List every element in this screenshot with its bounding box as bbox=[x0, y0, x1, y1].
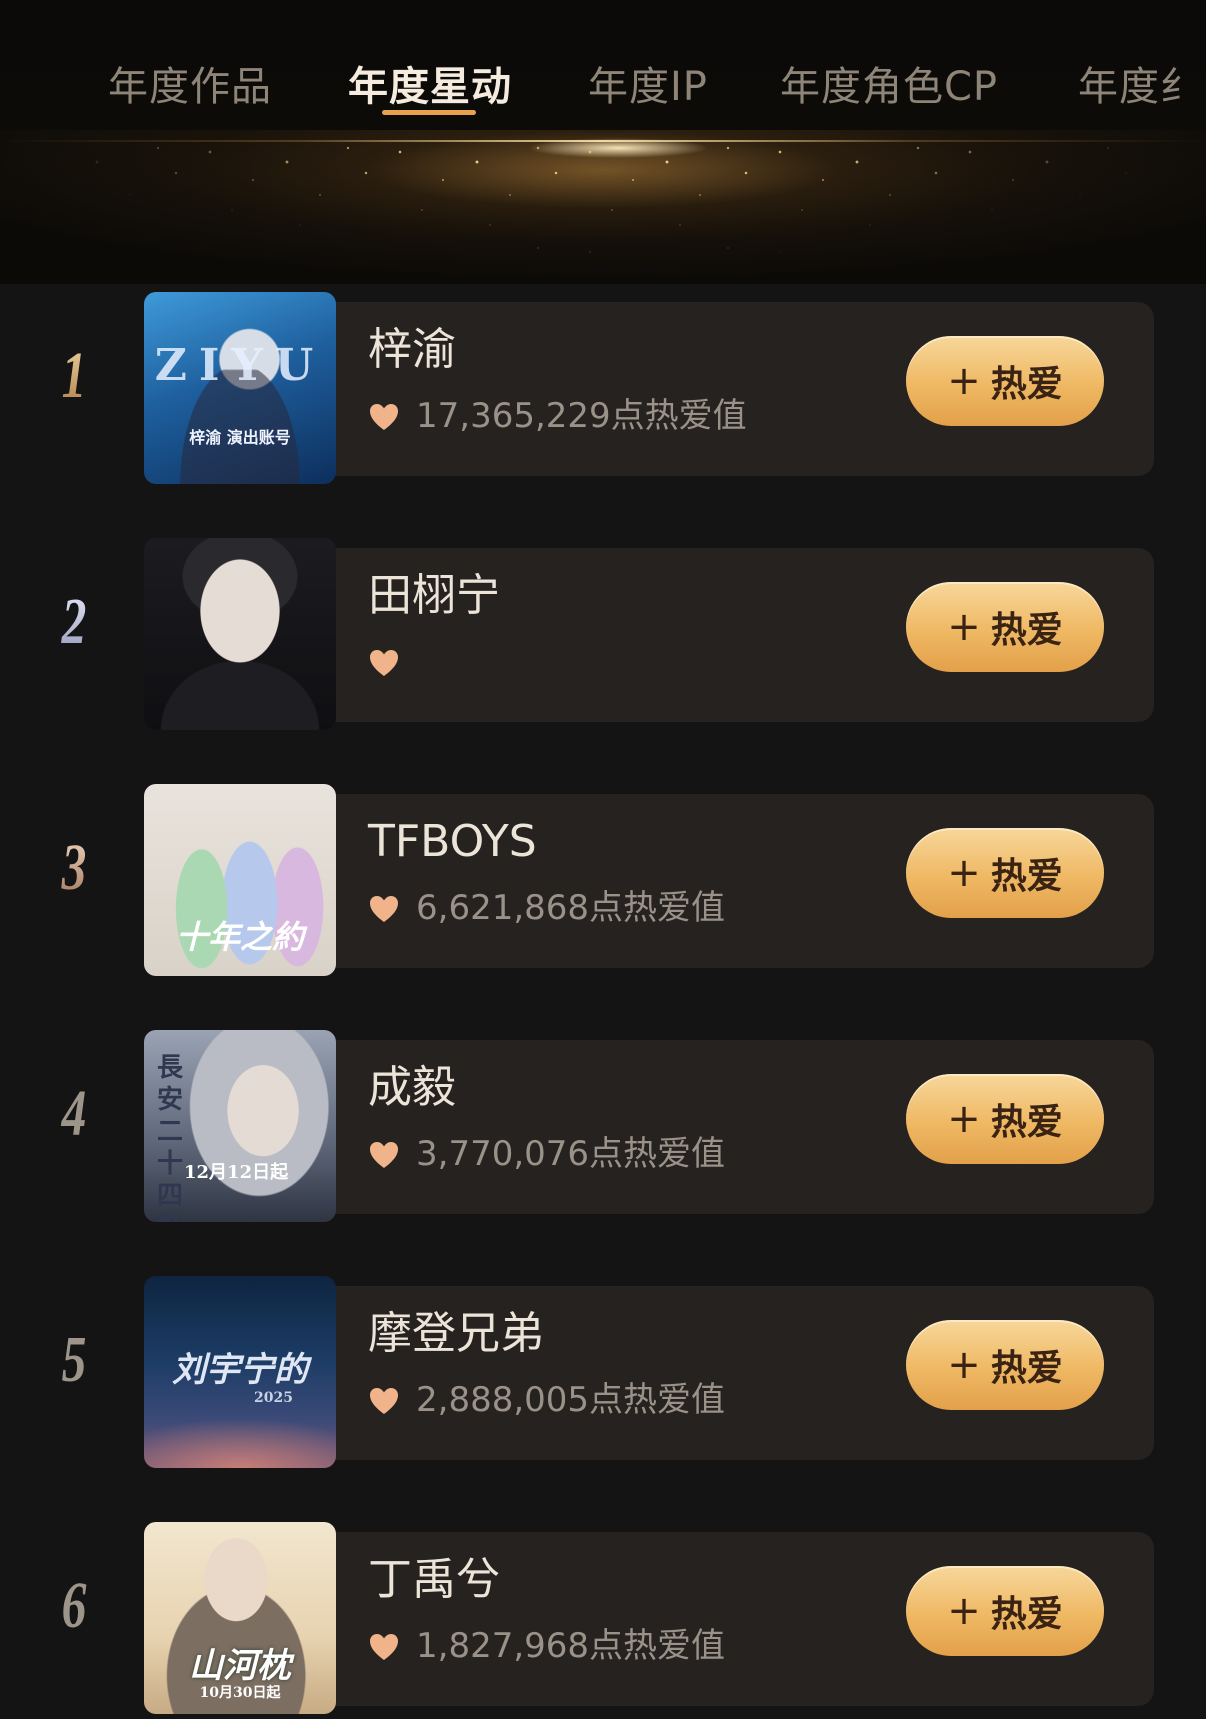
ranking-row[interactable]: 2 田栩宁 + 热爱 bbox=[0, 530, 1206, 730]
tab-annual-more[interactable]: 年度纟 bbox=[1078, 54, 1201, 112]
love-button-label: 热爱 bbox=[990, 1348, 1063, 1389]
star-name: 摩登兄弟 bbox=[368, 1308, 544, 1359]
rank-number: 5 bbox=[61, 1323, 87, 1396]
love-button-label: 热爱 bbox=[990, 610, 1063, 651]
thumb-subcaption: 12月12日起 bbox=[184, 1162, 289, 1183]
thumb-subcaption: 2025 bbox=[254, 1390, 293, 1406]
love-button[interactable]: + 热爱 bbox=[906, 1074, 1104, 1164]
star-thumbnail[interactable]: 刘宇宁的 2025 bbox=[144, 1276, 336, 1468]
rank-number: 2 bbox=[52, 582, 97, 662]
plus-icon: + bbox=[947, 850, 981, 896]
ranking-header: 年度作品 年度星动 年度IP 年度角色CP 年度纟 bbox=[0, 0, 1206, 284]
love-button-label: 热爱 bbox=[990, 856, 1063, 897]
star-thumbnail[interactable] bbox=[144, 538, 336, 730]
active-tab-indicator bbox=[382, 110, 476, 115]
love-score: 17,365,229点热爱值 bbox=[416, 396, 747, 436]
tab-annual-ip[interactable]: 年度IP bbox=[588, 54, 708, 112]
heart-icon bbox=[370, 1142, 398, 1168]
star-thumbnail[interactable]: ZIYU 梓渝 演出账号 bbox=[144, 292, 336, 484]
ranking-row[interactable]: 6 山河枕 10月30日起 丁禹兮 1,827,968点热爱值 + 热爱 bbox=[0, 1514, 1206, 1714]
love-score: 3,770,076点热爱值 bbox=[416, 1134, 726, 1174]
category-tabs: 年度作品 年度星动 年度IP 年度角色CP 年度纟 bbox=[0, 0, 1206, 140]
heart-icon bbox=[370, 404, 398, 430]
love-score: 1,827,968点热爱值 bbox=[416, 1626, 726, 1666]
thumb-caption: 長安二十四計 bbox=[156, 1053, 183, 1222]
annual-ranking-page: 年度作品 年度星动 年度IP 年度角色CP 年度纟 1 ZIYU 梓渝 演出账号… bbox=[0, 0, 1206, 1719]
love-score: 6,621,868点热爱值 bbox=[416, 888, 726, 928]
love-button-label: 热爱 bbox=[990, 364, 1063, 405]
heart-icon bbox=[370, 896, 398, 922]
star-thumbnail[interactable]: 十年之約 bbox=[144, 784, 336, 976]
tab-annual-character-cp[interactable]: 年度角色CP bbox=[780, 54, 998, 112]
plus-icon: + bbox=[947, 1342, 981, 1388]
love-button[interactable]: + 热爱 bbox=[906, 1566, 1104, 1656]
tab-annual-works[interactable]: 年度作品 bbox=[108, 54, 272, 112]
rank-number: 1 bbox=[52, 336, 97, 416]
star-name: 田栩宁 bbox=[368, 570, 500, 621]
thumb-subcaption: 梓渝 演出账号 bbox=[189, 428, 291, 447]
plus-icon: + bbox=[947, 1096, 981, 1142]
love-button-label: 热爱 bbox=[990, 1102, 1063, 1143]
thumb-caption: 山河枕 bbox=[189, 1646, 291, 1686]
love-button[interactable]: + 热爱 bbox=[906, 1320, 1104, 1410]
plus-icon: + bbox=[947, 604, 981, 650]
thumb-caption: ZIYU bbox=[154, 340, 326, 391]
ranking-row[interactable]: 1 ZIYU 梓渝 演出账号 梓渝 17,365,229点热爱值 + 热爱 bbox=[0, 284, 1206, 484]
star-name: 成毅 bbox=[368, 1062, 456, 1113]
ranking-row[interactable]: 3 十年之約 TFBOYS 6,621,868点热爱值 + 热爱 bbox=[0, 776, 1206, 976]
star-thumbnail[interactable]: 長安二十四計 12月12日起 bbox=[144, 1030, 336, 1222]
thumb-caption: 十年之約 bbox=[175, 918, 304, 956]
tab-annual-stars[interactable]: 年度星动 bbox=[348, 54, 512, 112]
heart-icon bbox=[370, 1634, 398, 1660]
love-button[interactable]: + 热爱 bbox=[906, 582, 1104, 672]
love-button[interactable]: + 热爱 bbox=[906, 828, 1104, 918]
thumb-caption: 刘宇宁的 bbox=[172, 1350, 308, 1390]
heart-icon bbox=[370, 650, 398, 676]
ranking-row[interactable]: 5 刘宇宁的 2025 摩登兄弟 2,888,005点热爱值 + 热爱 bbox=[0, 1268, 1206, 1468]
plus-icon: + bbox=[947, 358, 981, 404]
love-score: 2,888,005点热爱值 bbox=[416, 1380, 726, 1420]
rank-number: 3 bbox=[52, 828, 97, 908]
rank-number: 6 bbox=[61, 1569, 87, 1642]
plus-icon: + bbox=[947, 1588, 981, 1634]
thumb-subcaption: 10月30日起 bbox=[199, 1685, 281, 1701]
star-name: 丁禹兮 bbox=[368, 1554, 500, 1605]
star-name: TFBOYS bbox=[368, 816, 537, 867]
love-button-label: 热爱 bbox=[990, 1594, 1063, 1635]
star-name: 梓渝 bbox=[368, 324, 456, 375]
heart-icon bbox=[370, 1388, 398, 1414]
rank-number: 4 bbox=[61, 1077, 87, 1150]
love-button[interactable]: + 热爱 bbox=[906, 336, 1104, 426]
ranking-row[interactable]: 4 長安二十四計 12月12日起 成毅 3,770,076点热爱值 +热爱 bbox=[0, 1022, 1206, 1222]
gold-starfield bbox=[0, 140, 1206, 260]
star-thumbnail[interactable]: 山河枕 10月30日起 bbox=[144, 1522, 336, 1714]
